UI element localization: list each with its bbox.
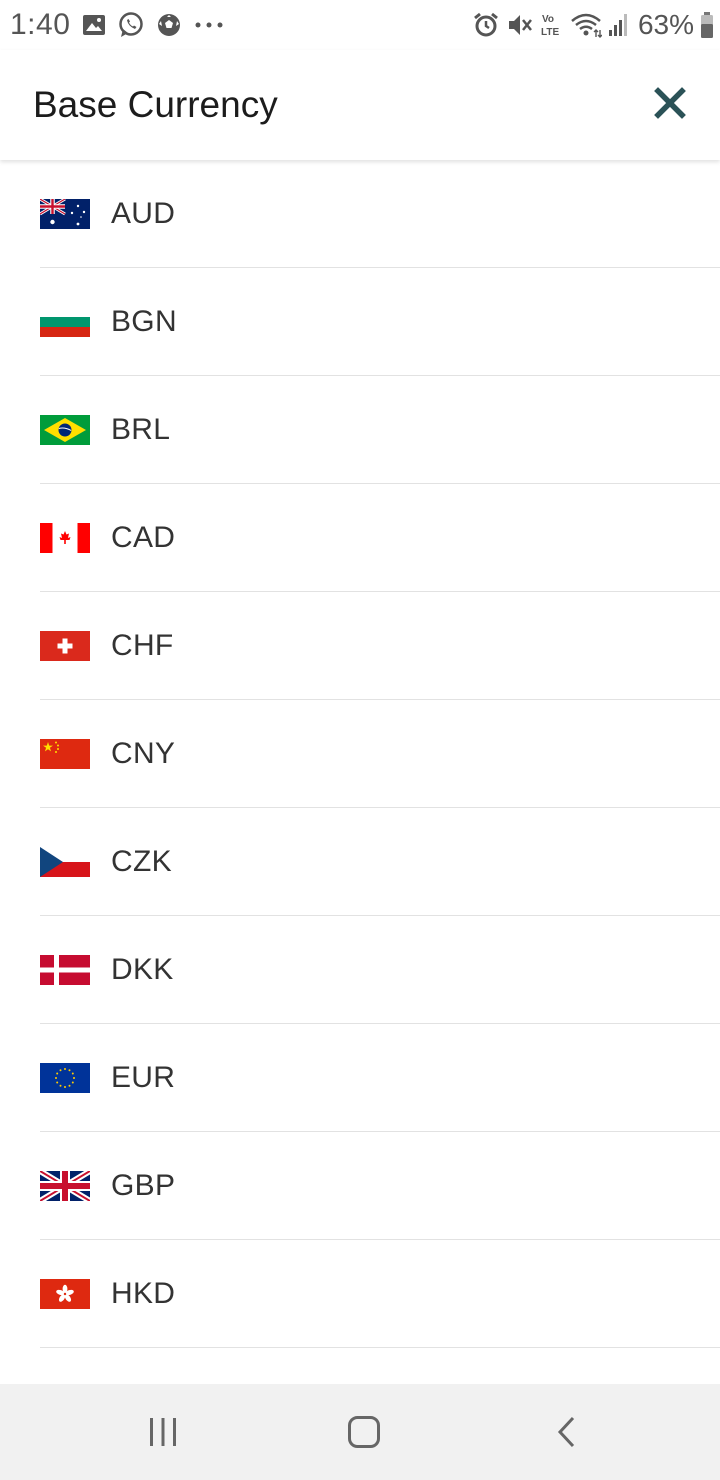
wifi-icon bbox=[570, 12, 602, 38]
battery-percent: 63% bbox=[637, 9, 694, 40]
currency-code: CZK bbox=[111, 845, 172, 878]
image-icon bbox=[82, 14, 106, 36]
currency-item-chf[interactable]: CHF bbox=[0, 592, 720, 700]
currency-code: BGN bbox=[111, 305, 177, 338]
status-bar: 1:40 Vo LTE 63% bbox=[0, 0, 720, 50]
signal-icon bbox=[608, 12, 630, 38]
currency-item-cny[interactable]: CNY bbox=[0, 700, 720, 808]
home-icon bbox=[348, 1416, 380, 1448]
denmark-flag-icon bbox=[40, 955, 90, 985]
svg-text:Vo: Vo bbox=[542, 14, 554, 25]
recents-icon bbox=[150, 1418, 176, 1446]
currency-list: AUD BGN BRL CAD CHF CNY CZK DKK EUR GBP … bbox=[0, 160, 720, 1384]
status-right: Vo LTE 63% bbox=[472, 0, 714, 50]
currency-code: GBP bbox=[111, 1169, 176, 1202]
currency-code: CAD bbox=[111, 521, 176, 554]
more-dots-icon bbox=[194, 21, 224, 29]
mute-icon bbox=[506, 11, 534, 39]
svg-text:LTE: LTE bbox=[541, 27, 559, 38]
bulgaria-flag-icon bbox=[40, 307, 90, 337]
china-flag-icon bbox=[40, 739, 90, 769]
currency-item-cad[interactable]: CAD bbox=[0, 484, 720, 592]
canada-flag-icon bbox=[40, 523, 90, 553]
alarm-icon bbox=[472, 11, 500, 39]
currency-item-czk[interactable]: CZK bbox=[0, 808, 720, 916]
currency-item-aud[interactable]: AUD bbox=[0, 160, 720, 268]
czech-flag-icon bbox=[40, 847, 90, 877]
currency-code: AUD bbox=[111, 197, 176, 230]
currency-code: DKK bbox=[111, 953, 174, 986]
status-time: 1:40 bbox=[10, 8, 71, 41]
battery-icon bbox=[700, 11, 714, 39]
eu-flag-icon bbox=[40, 1063, 90, 1093]
currency-item-bgn[interactable]: BGN bbox=[0, 268, 720, 376]
currency-item-dkk[interactable]: DKK bbox=[0, 916, 720, 1024]
currency-code: EUR bbox=[111, 1061, 176, 1094]
currency-code: CNY bbox=[111, 737, 176, 770]
home-button[interactable] bbox=[304, 1384, 424, 1480]
uk-flag-icon bbox=[40, 1171, 90, 1201]
close-button[interactable] bbox=[650, 83, 690, 123]
currency-code: HKD bbox=[111, 1277, 176, 1310]
page-title: Base Currency bbox=[33, 84, 278, 125]
status-left: 1:40 bbox=[10, 0, 224, 50]
soccer-ball-icon bbox=[156, 12, 182, 38]
system-nav-bar bbox=[0, 1384, 720, 1480]
currency-code: BRL bbox=[111, 413, 171, 446]
switzerland-flag-icon bbox=[40, 631, 90, 661]
currency-item-hkd[interactable]: HKD bbox=[0, 1240, 720, 1348]
hong-kong-flag-icon bbox=[40, 1279, 90, 1309]
brazil-flag-icon bbox=[40, 415, 90, 445]
volte-icon: Vo LTE bbox=[540, 11, 564, 39]
back-icon bbox=[557, 1416, 575, 1448]
close-icon bbox=[654, 87, 686, 119]
recents-button[interactable] bbox=[103, 1384, 223, 1480]
currency-item-gbp[interactable]: GBP bbox=[0, 1132, 720, 1240]
currency-item-eur[interactable]: EUR bbox=[0, 1024, 720, 1132]
whatsapp-icon bbox=[118, 12, 144, 38]
currency-code: CHF bbox=[111, 629, 174, 662]
currency-item-brl[interactable]: BRL bbox=[0, 376, 720, 484]
australia-flag-icon bbox=[40, 199, 90, 229]
app-header: Base Currency bbox=[0, 50, 720, 160]
back-button[interactable] bbox=[506, 1384, 626, 1480]
